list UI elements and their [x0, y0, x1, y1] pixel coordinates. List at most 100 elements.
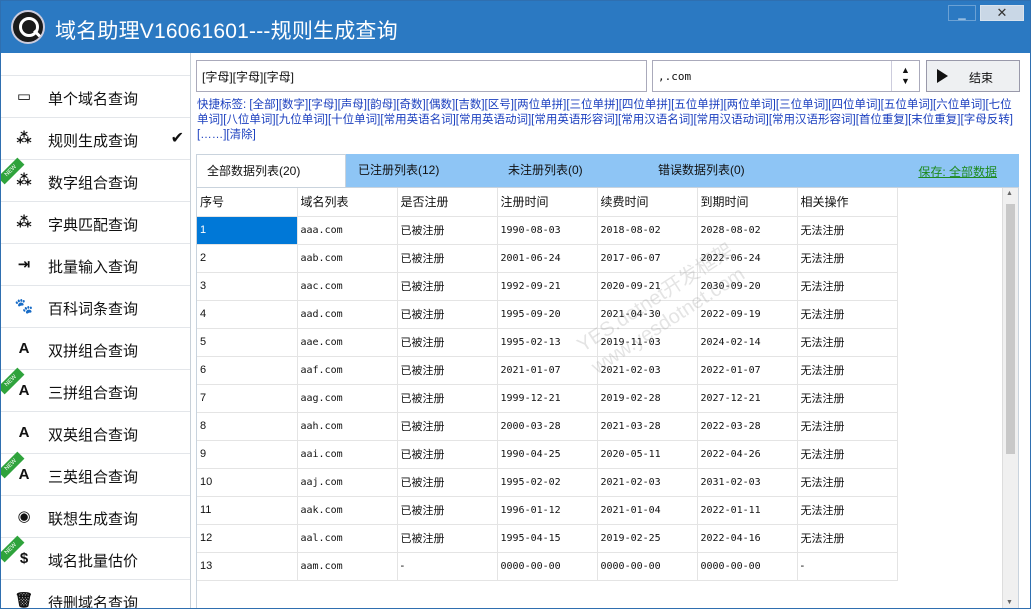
quick-tag[interactable]: [八位单词] [223, 114, 275, 126]
table-cell[interactable]: 2030-09-20 [697, 272, 798, 301]
table-cell[interactable]: 已被注册 [397, 440, 498, 469]
rule-input[interactable]: [字母][字母][字母] [196, 60, 647, 92]
table-cell[interactable]: 2000-03-28 [497, 412, 598, 441]
table-cell[interactable]: 7 [197, 384, 298, 413]
table-cell[interactable]: aab.com [297, 244, 398, 273]
table-row[interactable]: 2 aab.com 已被注册 2001-06-24 2017-06-07 2022-06-… [197, 244, 898, 273]
minimize-button[interactable]: _ [948, 5, 976, 21]
sidebar-item-6[interactable]: A 双拼组合查询 [1, 328, 190, 370]
sidebar-item-9[interactable]: A 三英组合查询 NEW [1, 451, 190, 496]
tab-registered[interactable]: 已注册列表(12) [348, 154, 498, 187]
table-cell[interactable]: 已被注册 [397, 524, 498, 553]
tab-errors[interactable]: 错误数据列表(0) [648, 154, 798, 187]
table-cell[interactable]: 无法注册 [797, 384, 898, 413]
quick-tag[interactable]: [五位单词] [881, 99, 933, 111]
quick-tag[interactable]: [字母反转] [961, 114, 1013, 126]
table-cell[interactable]: aac.com [297, 272, 398, 301]
table-cell[interactable]: 无法注册 [797, 356, 898, 385]
quick-tag[interactable]: [常用英语形容词] [531, 114, 618, 126]
table-cell[interactable]: 2022-04-16 [697, 524, 798, 553]
table-cell[interactable]: 已被注册 [397, 412, 498, 441]
table-cell[interactable]: 1995-02-02 [497, 468, 598, 497]
table-cell[interactable]: 2017-06-07 [597, 244, 698, 273]
table-row[interactable]: 5 aae.com 已被注册 1995-02-13 2019-11-03 2024-02-… [197, 328, 898, 357]
table-cell[interactable]: - [397, 552, 498, 581]
table-cell[interactable]: 无法注册 [797, 468, 898, 497]
table-cell[interactable]: 13 [197, 552, 298, 581]
quick-tag[interactable]: [韵母] [367, 99, 396, 111]
quick-tag[interactable]: [偶数] [426, 99, 455, 111]
table-cell[interactable]: 已被注册 [397, 328, 498, 357]
table-cell[interactable]: 8 [197, 412, 298, 441]
table-cell[interactable]: 无法注册 [797, 216, 898, 245]
table-cell[interactable]: 已被注册 [397, 468, 498, 497]
table-cell[interactable]: aaa.com [297, 216, 398, 245]
quick-tag[interactable]: [奇数] [396, 99, 425, 111]
table-cell[interactable]: aam.com [297, 552, 398, 581]
table-cell[interactable]: 无法注册 [797, 244, 898, 273]
table-cell[interactable]: aaf.com [297, 356, 398, 385]
scroll-up-icon[interactable]: ▲ [1006, 190, 1013, 197]
sidebar-item-2[interactable]: ⁂ 数字组合查询 NEW [1, 157, 190, 202]
quick-tag[interactable]: [五位单拼] [671, 99, 723, 111]
quick-tag[interactable]: [首位重复] [856, 114, 908, 126]
table-cell[interactable]: 2022-03-28 [697, 412, 798, 441]
table-cell[interactable]: 2021-04-30 [597, 300, 698, 329]
quick-tag[interactable]: [三位单拼] [566, 99, 618, 111]
table-cell[interactable]: 已被注册 [397, 244, 498, 273]
table-cell[interactable]: 1995-04-15 [497, 524, 598, 553]
table-cell[interactable]: 2022-01-07 [697, 356, 798, 385]
sidebar-item-3[interactable]: ⁂ 字典匹配查询 [1, 202, 190, 244]
column-header[interactable]: 域名列表 [297, 188, 398, 217]
quick-tag[interactable]: [常用英语动词] [456, 114, 531, 126]
quick-tag[interactable]: [两位单词] [723, 99, 775, 111]
sidebar-item-8[interactable]: A 双英组合查询 [1, 412, 190, 454]
quick-tag[interactable]: [六位单词] [933, 99, 985, 111]
table-cell[interactable]: 1996-01-12 [497, 496, 598, 525]
table-cell[interactable]: 已被注册 [397, 272, 498, 301]
scroll-thumb[interactable] [1006, 204, 1015, 454]
quick-tag[interactable]: [常用汉语动词] [693, 114, 768, 126]
column-header[interactable]: 序号 [197, 188, 298, 217]
table-cell[interactable]: 已被注册 [397, 356, 498, 385]
sidebar-item-10[interactable]: ◉ 联想生成查询 [1, 496, 190, 538]
column-header[interactable]: 相关操作 [797, 188, 898, 217]
table-cell[interactable]: 无法注册 [797, 412, 898, 441]
table-row[interactable]: 3 aac.com 已被注册 1992-09-21 2020-09-21 2030-09-… [197, 272, 898, 301]
table-cell[interactable]: 2024-02-14 [697, 328, 798, 357]
table-cell[interactable]: 2019-02-28 [597, 384, 698, 413]
table-cell[interactable]: aaj.com [297, 468, 398, 497]
tab-unregistered[interactable]: 未注册列表(0) [498, 154, 648, 187]
table-cell[interactable]: aae.com [297, 328, 398, 357]
table-cell[interactable]: aag.com [297, 384, 398, 413]
table-cell[interactable]: - [797, 552, 898, 581]
quick-tag[interactable]: [四位单词] [828, 99, 880, 111]
table-cell[interactable]: 无法注册 [797, 524, 898, 553]
quick-tag[interactable]: [常用英语名词] [380, 114, 455, 126]
table-cell[interactable]: aai.com [297, 440, 398, 469]
quick-tag[interactable]: [全部] [249, 99, 278, 111]
quick-tag[interactable]: [数字] [279, 99, 308, 111]
quick-tag[interactable]: [清除] [226, 129, 255, 141]
table-cell[interactable]: aah.com [297, 412, 398, 441]
table-cell[interactable]: 2021-02-03 [597, 468, 698, 497]
table-cell[interactable]: 6 [197, 356, 298, 385]
table-row[interactable]: 12 aal.com 已被注册 1995-04-15 2019-02-25 2022-04… [197, 524, 898, 553]
tab-all[interactable]: 全部数据列表(20) [196, 154, 346, 187]
quick-tag[interactable]: [九位单词] [276, 114, 328, 126]
table-cell[interactable]: 1999-12-21 [497, 384, 598, 413]
quick-tag[interactable]: [声母] [338, 99, 367, 111]
table-cell[interactable]: 11 [197, 496, 298, 525]
table-cell[interactable]: 2022-09-19 [697, 300, 798, 329]
quick-tag[interactable]: [末位重复] [908, 114, 960, 126]
table-cell[interactable]: 无法注册 [797, 272, 898, 301]
table-cell[interactable]: 2020-09-21 [597, 272, 698, 301]
table-cell[interactable]: 0000-00-00 [497, 552, 598, 581]
quick-tag[interactable]: [区号] [485, 99, 514, 111]
quick-tag[interactable]: [常用汉语形容词] [769, 114, 856, 126]
table-cell[interactable]: 1990-08-03 [497, 216, 598, 245]
table-cell[interactable]: 2028-08-02 [697, 216, 798, 245]
table-row[interactable]: 7 aag.com 已被注册 1999-12-21 2019-02-28 2027-12-… [197, 384, 898, 413]
column-header[interactable]: 到期时间 [697, 188, 798, 217]
table-cell[interactable]: 无法注册 [797, 440, 898, 469]
